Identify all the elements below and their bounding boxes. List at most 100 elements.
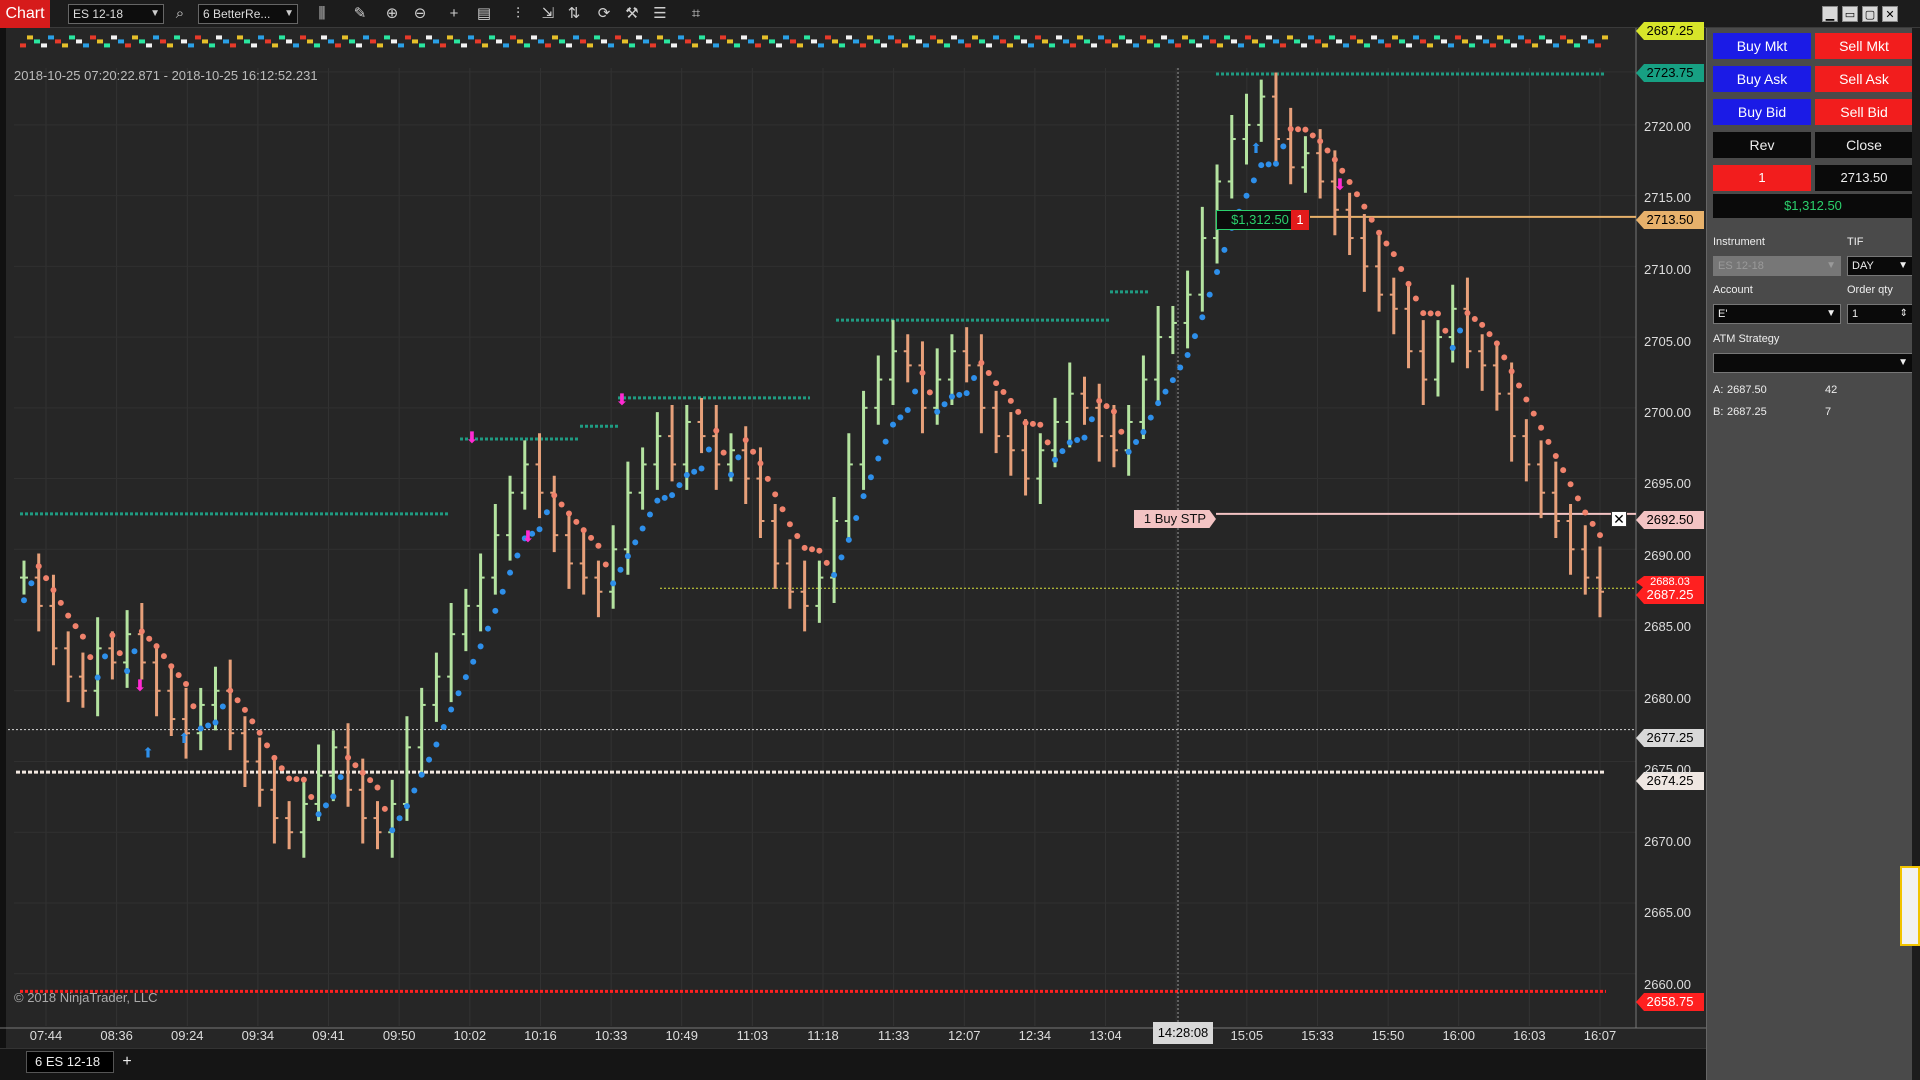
order-qty-stepper[interactable]: 1 ⇕ [1847, 304, 1913, 324]
properties-icon[interactable]: ▤ [472, 3, 496, 25]
tab-es-12-18[interactable]: 6 ES 12-18 [26, 1051, 114, 1073]
indicators-icon[interactable]: ⫶ [506, 3, 530, 25]
close-icon[interactable]: ✕ [1882, 6, 1898, 22]
data-box-icon[interactable]: ☰ [648, 3, 672, 25]
trailing-stop-dot [823, 559, 830, 566]
account-select[interactable]: E' ▼ [1713, 304, 1841, 324]
indicator-ribbon-mark [510, 35, 516, 40]
trailing-stop-dot [256, 729, 263, 736]
minimize-icon[interactable]: ▁ [1822, 6, 1838, 22]
indicator-ribbon-mark [664, 39, 670, 44]
trailing-stop-dot [448, 706, 455, 713]
indicator-ribbon-mark [97, 39, 103, 44]
trailing-stop-dot [337, 774, 344, 781]
trailing-stop-dot [543, 509, 550, 516]
trailing-stop-dot [904, 407, 911, 414]
indicator-ribbon-mark [216, 35, 222, 40]
buy-bid-button[interactable]: Buy Bid [1713, 99, 1811, 125]
zoom-in-icon[interactable]: ⊕ [380, 3, 404, 25]
trailing-stop-dot [109, 632, 116, 639]
side-notification-box[interactable] [1900, 866, 1920, 946]
indicator-ribbon-mark [993, 35, 999, 40]
trailing-stop-dot [831, 572, 838, 579]
maximize-icon[interactable]: ▢ [1862, 6, 1878, 22]
trailing-stop-dot [28, 580, 35, 587]
indicator-ribbon-mark [1378, 39, 1384, 44]
instrument-field[interactable]: ES 12-18 ▼ [1713, 256, 1841, 276]
reverse-button[interactable]: Rev [1713, 132, 1811, 158]
price-tag-top: 2687.25 [1636, 22, 1704, 40]
trailing-stop-dot [1405, 280, 1412, 287]
trailing-stop-dot [941, 401, 948, 408]
ask-size: 42 [1825, 384, 1838, 396]
buy-ask-button[interactable]: Buy Ask [1713, 66, 1811, 92]
instrument-selector[interactable]: ES 12-18 ▼ [68, 4, 164, 24]
sell-ask-button[interactable]: Sell Ask [1815, 66, 1913, 92]
indicator-ribbon-mark [1035, 35, 1041, 40]
trailing-stop-dot [867, 474, 874, 481]
indicator-ribbon-mark [615, 35, 621, 40]
grid-icon[interactable]: ⌗ [684, 3, 708, 25]
zoom-out-icon[interactable]: ⊖ [408, 3, 432, 25]
strategies-icon[interactable]: ⇲ [536, 3, 560, 25]
trailing-stop-dot [838, 554, 845, 561]
indicator-ribbon-mark [244, 39, 250, 44]
trailing-stop-dot [345, 754, 352, 761]
sell-market-button[interactable]: Sell Mkt [1815, 33, 1913, 59]
indicator-ribbon-mark [1525, 39, 1531, 44]
trailing-stop-dot [691, 468, 698, 475]
trailing-stop-dot [639, 525, 646, 532]
reload-icon[interactable]: ⟳ [592, 3, 616, 25]
cancel-order-icon[interactable]: ✕ [1611, 511, 1627, 527]
search-icon[interactable]: ⌕ [168, 3, 192, 25]
chevron-down-icon: ▼ [1898, 357, 1908, 368]
indicator-ribbon-mark [902, 43, 908, 48]
tif-select[interactable]: DAY ▼ [1847, 256, 1913, 276]
restore-icon[interactable]: ▭ [1842, 6, 1858, 22]
close-position-button[interactable]: Close [1815, 132, 1913, 158]
sell-signal-arrow: ⬇ [615, 390, 628, 409]
bar-type-icon[interactable]: ⫼ [310, 3, 334, 25]
indicator-ribbon-mark [881, 43, 887, 48]
buy-market-button[interactable]: Buy Mkt [1713, 33, 1811, 59]
indicator-ribbon-mark [1497, 35, 1503, 40]
indicator-ribbon-mark [1532, 43, 1538, 48]
trailing-stop-dot [1353, 191, 1360, 198]
indicator-ribbon-mark [1546, 39, 1552, 44]
indicator-ribbon-mark [83, 43, 89, 48]
indicator-ribbon-mark [111, 35, 117, 40]
trailing-stop-dot [1449, 344, 1456, 351]
order-qty-value: 1 [1852, 308, 1859, 320]
buy-stop-order-tag[interactable]: 1 Buy STP [1134, 510, 1216, 528]
sell-bid-button[interactable]: Sell Bid [1815, 99, 1913, 125]
time-tick-label: 09:24 [170, 1028, 204, 1043]
indicator-ribbon-mark [1329, 35, 1335, 40]
position-qty-tag[interactable]: 1 [1291, 210, 1309, 230]
chart-trader-icon[interactable]: ⇅ [562, 3, 586, 25]
price-chart[interactable]: ⬇ ⬇ ⬇ ⬇ ⬇ ⬆ ⬆ ⬆ [0, 28, 1706, 1048]
trailing-stop-dot [713, 427, 720, 434]
stepper-arrows-icon[interactable]: ⇕ [1900, 305, 1908, 323]
bars-period-selector[interactable]: 6 BetterRe... ▼ [198, 4, 298, 24]
indicator-ribbon-mark [209, 43, 215, 48]
indicator-ribbon-mark [944, 43, 950, 48]
time-tick-label: 09:50 [382, 1028, 416, 1043]
indicator-ribbon-mark [1196, 43, 1202, 48]
indicator-ribbon-mark [1014, 35, 1020, 40]
copyright-notice: © 2018 NinjaTrader, LLC [14, 990, 158, 1005]
trailing-stop-dot [1589, 520, 1596, 527]
trailing-stop-dot [890, 421, 897, 428]
atm-strategy-select[interactable]: ▼ [1713, 353, 1913, 373]
trailing-stop-dot [1545, 438, 1552, 445]
indicator-ribbon-mark [1147, 39, 1153, 44]
trailing-stop-dot [1221, 246, 1228, 253]
tif-value: DAY [1852, 260, 1874, 272]
tools-icon[interactable]: ⚒ [620, 3, 644, 25]
add-tab-icon[interactable]: + [118, 1053, 136, 1071]
pencil-icon[interactable]: ✎ [348, 3, 372, 25]
indicator-ribbon-mark [440, 43, 446, 48]
indicator-ribbon-mark [272, 43, 278, 48]
trailing-stop-dot [389, 827, 396, 834]
crosshair-icon[interactable]: + [442, 3, 466, 25]
indicator-ribbon-mark [923, 43, 929, 48]
